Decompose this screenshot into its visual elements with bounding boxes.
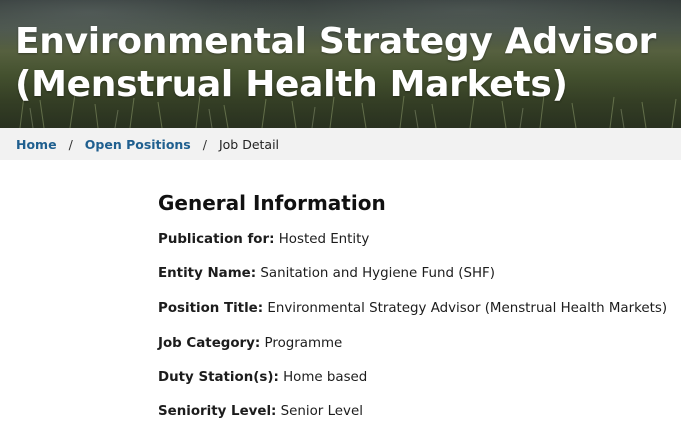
field-value: Home based — [283, 370, 368, 385]
field-value: Senior Level — [280, 404, 363, 419]
field-job-category: Job Category: Programme — [158, 335, 342, 353]
breadcrumb-current: Job Detail — [218, 136, 280, 152]
breadcrumb-open-positions-link[interactable]: Open Positions — [85, 137, 191, 152]
field-value: Environmental Strategy Advisor (Menstrua… — [267, 301, 668, 316]
field-value: Hosted Entity — [278, 232, 370, 247]
field-label: Duty Station(s): — [158, 370, 279, 385]
section-heading: General Information — [158, 191, 386, 215]
field-value: Programme — [264, 336, 343, 351]
page-title-line-1: Environmental Strategy Advisor — [15, 21, 657, 62]
general-information-section: General Information Publication for: Hos… — [158, 190, 678, 419]
field-label: Position Title: — [158, 301, 264, 316]
field-label: Job Category: — [158, 336, 261, 351]
field-value: Sanitation and Hygiene Fund (SHF) — [260, 266, 495, 281]
field-publication-for: Publication for: Hosted Entity — [158, 231, 369, 249]
field-seniority-level: Seniority Level: Senior Level — [158, 403, 363, 421]
page-title: Environmental Strategy Advisor (Menstrua… — [15, 20, 675, 106]
field-label: Entity Name: — [158, 266, 257, 281]
hero-banner: Environmental Strategy Advisor (Menstrua… — [0, 0, 681, 128]
field-duty-station: Duty Station(s): Home based — [158, 369, 367, 387]
breadcrumb-home-link[interactable]: Home — [16, 137, 57, 152]
field-entity-name: Entity Name: Sanitation and Hygiene Fund… — [158, 265, 495, 283]
breadcrumb-separator: / — [202, 136, 207, 152]
field-label: Publication for: — [158, 232, 275, 247]
page-title-line-2: (Menstrual Health Markets) — [15, 64, 568, 105]
field-label: Seniority Level: — [158, 404, 277, 419]
field-position-title: Position Title: Environmental Strategy A… — [158, 300, 667, 318]
breadcrumb-separator: / — [68, 136, 73, 152]
breadcrumb: Home / Open Positions / Job Detail — [0, 128, 681, 160]
